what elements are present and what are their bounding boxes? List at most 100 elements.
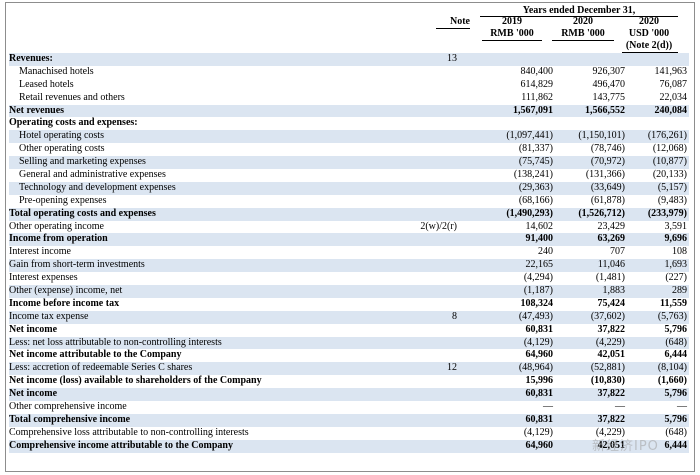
value-2020-usd: 240,084 (654, 104, 688, 116)
value-2020-rmb: 1,566,552 (585, 104, 625, 116)
row-label: Interest income (9, 246, 71, 258)
value-2020-usd: 108 (672, 246, 687, 258)
watermark: 新经济IPO (592, 439, 659, 454)
row-label: Total comprehensive income (9, 413, 131, 425)
table-row: Hotel operating costs (1,097,441) (1,150,1… (9, 130, 689, 144)
column-header-2019-rmb: 2019 RMB '000 (480, 16, 544, 40)
value-2020-rmb: (78,746) (590, 143, 625, 155)
value-2020-rmb: 707 (610, 246, 625, 258)
value-2019-rmb: 614,829 (520, 78, 554, 90)
value-2019-rmb: (1,187) (523, 285, 553, 297)
value-2019-rmb: (47,493) (518, 310, 553, 322)
table-row: Revenues: 13 (9, 53, 689, 66)
table-row: Net revenues 1,567,091 1,566,552 240,084 (9, 104, 689, 118)
value-2020-usd: (176,261) (647, 130, 687, 142)
value-2019-rmb: (4,129) (523, 426, 553, 438)
value-2020-usd: (1,660) (657, 375, 687, 387)
table-row: Retail revenues and others 111,862 143,775… (9, 92, 689, 105)
value-2020-usd: (233,979) (647, 207, 687, 219)
row-label: Manachised hotels (19, 65, 94, 77)
row-label: Net income (9, 323, 58, 335)
column-year: 2020 (639, 16, 659, 27)
value-2019-rmb: 111,862 (521, 91, 553, 103)
value-2019-rmb: (29,363) (518, 181, 553, 193)
value-2019-rmb: 60,831 (525, 413, 554, 425)
col2-underline (552, 40, 614, 41)
value-2019-rmb: (75,745) (518, 156, 553, 168)
table-row: Other (expense) income, net (1,187) 1,883 2… (9, 285, 689, 298)
table-row: Less: net loss attributable to non-contr… (9, 336, 689, 350)
table-row: Income tax expense 8 (47,493) (37,602) (5,76… (9, 310, 689, 324)
value-2020-usd: 5,796 (664, 323, 688, 335)
value-2020-usd: (10,877) (652, 156, 687, 168)
value-2020-usd: (12,068) (652, 143, 687, 155)
value-2019-rmb: 108,324 (520, 297, 554, 309)
value-2019-rmb: (48,964) (518, 362, 553, 374)
value-2020-usd: 9,696 (664, 233, 688, 245)
value-2020-rmb: 11,046 (597, 259, 625, 271)
value-2019-rmb: (68,166) (518, 194, 553, 206)
row-label: Comprehensive income attributable to the… (9, 439, 233, 451)
value-2020-usd: (8,104) (657, 362, 687, 374)
value-2020-usd: 5,796 (664, 388, 688, 400)
row-note: 12 (447, 362, 457, 374)
value-2019-rmb: (1,097,441) (506, 130, 553, 142)
row-label: Other comprehensive income (9, 401, 127, 413)
table-row: Net income (loss) available to sharehold… (9, 375, 689, 388)
value-2020-rmb: (1,526,712) (578, 207, 625, 219)
value-2020-usd: 6,444 (664, 349, 688, 361)
table-row: Total comprehensive income 60,831 37,822 5,… (9, 413, 689, 427)
value-2019-rmb: 240 (538, 246, 553, 258)
value-2020-usd: (5,157) (657, 181, 687, 193)
row-label: Other (expense) income, net (9, 285, 123, 297)
table-row: Less: accretion of redeemable Series C s… (9, 362, 689, 376)
value-2020-rmb: (1,481) (595, 272, 625, 284)
value-2020-rmb: 23,429 (597, 220, 626, 232)
value-2020-usd: 22,034 (659, 91, 688, 103)
value-2020-rmb: (33,649) (590, 181, 625, 193)
table-row: Comprehensive income attributable to the… (9, 439, 689, 453)
table-row: Manachised hotels 840,400 926,307 141,963 (9, 66, 689, 79)
row-label: Net income (loss) available to sharehold… (9, 375, 262, 387)
row-label: Less: accretion of redeemable Series C s… (9, 362, 193, 374)
table-row: Technology and development expenses (29,3… (9, 181, 689, 195)
value-2020-usd: 5,796 (664, 413, 688, 425)
column-unit: RMB '000 (490, 28, 534, 39)
row-label: Operating costs and expenses: (9, 117, 138, 129)
table-row: Operating costs and expenses: (9, 117, 689, 130)
table-row: Net income 60,831 37,822 5,796 (9, 388, 689, 402)
row-label: Less: net loss attributable to non-contr… (9, 336, 222, 348)
row-label: Selling and marketing expenses (19, 156, 146, 168)
table-row: Interest expenses (4,294) (1,481) (227) (9, 272, 689, 285)
row-label: Other operating income (9, 220, 104, 232)
value-2020-usd: (227) (665, 272, 687, 284)
value-2020-rmb: 143,775 (592, 91, 626, 103)
value-2020-rmb: 42,051 (597, 349, 626, 361)
value-2020-usd: (9,483) (657, 194, 687, 206)
value-2020-rmb: 37,822 (597, 413, 626, 425)
value-2019-rmb: (81,337) (518, 143, 553, 155)
value-2020-usd: (20,133) (652, 169, 687, 181)
table-row: Other operating income 2(w)/2(r) 14,602 23,… (9, 221, 689, 234)
table-row: Net income 60,831 37,822 5,796 (9, 324, 689, 337)
row-note: 8 (452, 310, 457, 322)
value-2019-rmb: 64,960 (525, 349, 554, 361)
value-2020-usd: (5,763) (657, 310, 687, 322)
value-2019-rmb: — (543, 401, 553, 413)
value-2019-rmb: 14,602 (525, 220, 554, 232)
value-2020-usd: 11,559 (660, 297, 687, 309)
row-label: Technology and development expenses (19, 181, 176, 193)
row-note: 13 (447, 53, 457, 64)
value-2019-rmb: (4,294) (523, 272, 553, 284)
column-year: 2020 (573, 16, 593, 27)
value-2020-rmb: 926,307 (592, 65, 626, 77)
value-2020-usd: (648) (665, 336, 687, 348)
table-row: General and administrative expenses (138,… (9, 169, 689, 182)
value-2020-rmb: 37,822 (597, 323, 626, 335)
table-row: Pre-opening expenses (68,166) (61,878) (9,4… (9, 195, 689, 208)
value-2020-usd: 1,693 (664, 259, 688, 271)
value-2019-rmb: 64,960 (525, 439, 554, 451)
value-2020-usd: 141,963 (654, 65, 688, 77)
table-row: Gain from short-term investments 22,165 11… (9, 259, 689, 273)
value-2019-rmb: (4,129) (523, 336, 553, 348)
